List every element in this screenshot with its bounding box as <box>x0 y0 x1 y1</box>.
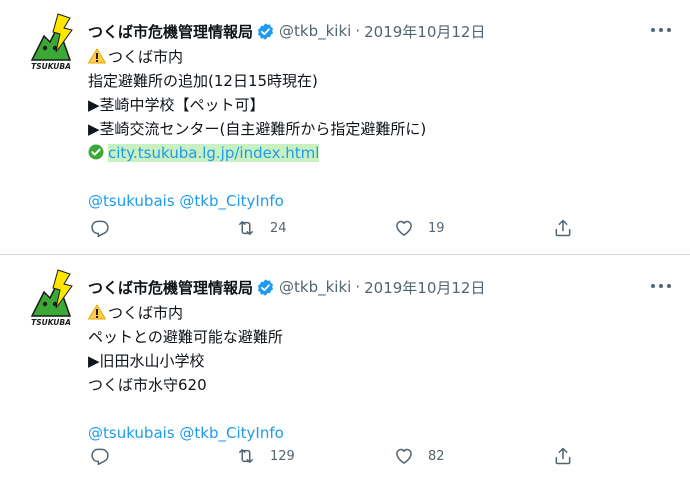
author-name[interactable]: つくば市危機管理情報局 <box>88 21 253 42</box>
tweet-header: つくば市危機管理情報局 @tkb_kiki · 2019年10月12日 <box>88 275 485 299</box>
retweet-button[interactable]: 129 <box>236 446 295 466</box>
text-line-2: 指定避難所の追加(12日15時現在) <box>88 72 318 90</box>
like-icon <box>396 220 412 236</box>
tweet[interactable]: TSUKUBA つくば市危機管理情報局 @tkb_kiki · 2019年10月… <box>0 256 690 484</box>
retweet-icon <box>239 449 253 463</box>
separator-dot: · <box>355 22 361 40</box>
like-button[interactable]: 82 <box>394 446 445 466</box>
retweet-count: 129 <box>270 448 295 464</box>
tweet-link[interactable]: city.tsukuba.lg.jp/index.html <box>108 144 320 162</box>
mention-link[interactable]: @tkb_CityInfo <box>179 192 283 210</box>
avatar[interactable]: TSUKUBA <box>26 12 76 74</box>
mentions-line: @tsukubais @tkb_CityInfo <box>88 421 668 445</box>
like-icon <box>396 448 412 464</box>
mention-link[interactable]: @tsukubais <box>88 424 175 442</box>
retweet-button[interactable]: 24 <box>236 218 287 238</box>
share-icon <box>555 447 571 465</box>
tweet[interactable]: TSUKUBA つくば市危機管理情報局 @tkb_kiki · 2019年10月… <box>0 0 690 254</box>
verified-badge-icon <box>257 278 274 296</box>
tweet-divider <box>0 254 690 255</box>
avatar[interactable]: TSUKUBA <box>26 268 76 330</box>
tweet-actions: 129 82 <box>88 446 588 470</box>
svg-text:TSUKUBA: TSUKUBA <box>31 62 71 71</box>
retweet-count: 24 <box>270 220 287 236</box>
more-options-icon[interactable] <box>648 276 674 296</box>
text-line-4: つくば市水守620 <box>88 376 207 394</box>
warning-icon <box>88 304 106 320</box>
text-line-4: ▶茎崎交流センター(自主避難所から指定避難所に) <box>88 120 427 138</box>
tweet-actions: 24 19 <box>88 218 588 242</box>
text-line-1: つくば市内 <box>108 304 184 322</box>
text-line: つくば市内 <box>88 45 668 69</box>
reply-icon <box>91 448 109 466</box>
text-line-3: ▶旧田水山小学校 <box>88 352 205 370</box>
author-name[interactable]: つくば市危機管理情報局 <box>88 277 253 298</box>
reply-button[interactable] <box>90 218 110 238</box>
tweet-date[interactable]: 2019年10月12日 <box>364 277 485 298</box>
reply-button[interactable] <box>90 446 110 466</box>
share-icon <box>555 219 571 237</box>
like-button[interactable]: 19 <box>394 218 445 238</box>
mention-link[interactable]: @tsukubais <box>88 192 175 210</box>
tweet-text: つくば市内 ペットとの避難可能な避難所 ▶旧田水山小学校 つくば市水守620 @… <box>88 301 668 445</box>
text-line-1: つくば市内 <box>108 48 184 66</box>
tweet-date[interactable]: 2019年10月12日 <box>364 21 485 42</box>
verified-badge-icon <box>257 22 274 40</box>
check-icon <box>88 144 104 160</box>
like-count: 82 <box>428 448 445 464</box>
link-line: city.tsukuba.lg.jp/index.html <box>88 141 668 165</box>
author-handle[interactable]: @tkb_kiki <box>279 22 351 40</box>
separator-dot: · <box>355 278 361 296</box>
tweet-header: つくば市危機管理情報局 @tkb_kiki · 2019年10月12日 <box>88 19 485 43</box>
tweet-text: つくば市内 指定避難所の追加(12日15時現在) ▶茎崎中学校【ペット可】 ▶茎… <box>88 45 668 213</box>
warning-icon <box>88 48 106 64</box>
svg-text:TSUKUBA: TSUKUBA <box>31 318 71 327</box>
text-line-3: ▶茎崎中学校【ペット可】 <box>88 96 265 114</box>
more-options-icon[interactable] <box>648 20 674 40</box>
share-button[interactable] <box>553 446 573 466</box>
retweet-icon <box>239 221 253 235</box>
text-line-2: ペットとの避難可能な避難所 <box>88 328 283 346</box>
mentions-line: @tsukubais @tkb_CityInfo <box>88 189 668 213</box>
share-button[interactable] <box>553 218 573 238</box>
reply-icon <box>91 220 109 238</box>
text-line: つくば市内 <box>88 301 668 325</box>
author-handle[interactable]: @tkb_kiki <box>279 278 351 296</box>
like-count: 19 <box>428 220 445 236</box>
mention-link[interactable]: @tkb_CityInfo <box>179 424 283 442</box>
